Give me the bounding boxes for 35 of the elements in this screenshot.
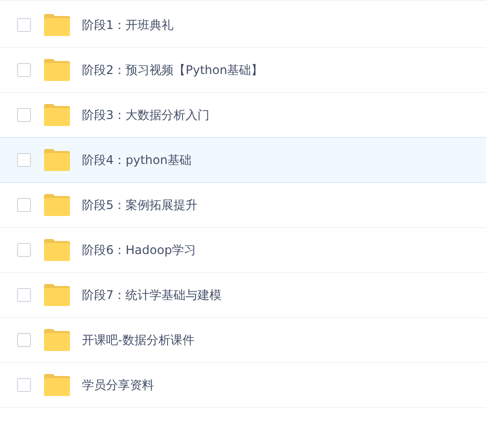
folder-icon xyxy=(44,14,70,36)
file-row[interactable]: 阶段1：开班典礼 xyxy=(0,3,486,48)
folder-name: 阶段4：python基础 xyxy=(82,152,192,168)
file-row[interactable]: 阶段5：案例拓展提升 xyxy=(0,183,486,228)
checkbox[interactable] xyxy=(17,288,31,302)
file-row[interactable]: 阶段4：python基础 xyxy=(0,137,486,183)
folder-icon xyxy=(44,194,70,216)
file-row[interactable]: 阶段7：统计学基础与建模 xyxy=(0,273,486,318)
folder-name: 阶段6：Hadoop学习 xyxy=(82,242,196,258)
checkbox[interactable] xyxy=(17,243,31,257)
checkbox[interactable] xyxy=(17,63,31,77)
file-row[interactable]: 阶段2：预习视频【Python基础】 xyxy=(0,48,486,93)
folder-icon xyxy=(44,374,70,396)
folder-icon xyxy=(44,149,70,171)
checkbox[interactable] xyxy=(17,153,31,167)
checkbox[interactable] xyxy=(17,198,31,212)
folder-icon xyxy=(44,284,70,306)
file-row[interactable]: 阶段6：Hadoop学习 xyxy=(0,228,486,273)
folder-name: 阶段7：统计学基础与建模 xyxy=(82,286,222,304)
folder-icon xyxy=(44,104,70,126)
checkbox[interactable] xyxy=(17,18,31,32)
checkbox[interactable] xyxy=(17,333,31,347)
folder-name: 阶段3：大数据分析入门 xyxy=(82,106,210,124)
file-row[interactable]: 开课吧-数据分析课件 xyxy=(0,318,486,363)
folder-icon xyxy=(44,239,70,261)
folder-icon xyxy=(44,329,70,351)
file-row[interactable]: 学员分享资料 xyxy=(0,363,486,408)
checkbox[interactable] xyxy=(17,378,31,392)
folder-name: 开课吧-数据分析课件 xyxy=(82,332,194,348)
folder-icon xyxy=(44,59,70,81)
folder-name: 阶段5：案例拓展提升 xyxy=(82,196,198,214)
folder-name: 学员分享资料 xyxy=(82,376,154,394)
checkbox[interactable] xyxy=(17,108,31,122)
folder-name: 阶段1：开班典礼 xyxy=(82,16,174,34)
folder-name: 阶段2：预习视频【Python基础】 xyxy=(82,62,264,78)
